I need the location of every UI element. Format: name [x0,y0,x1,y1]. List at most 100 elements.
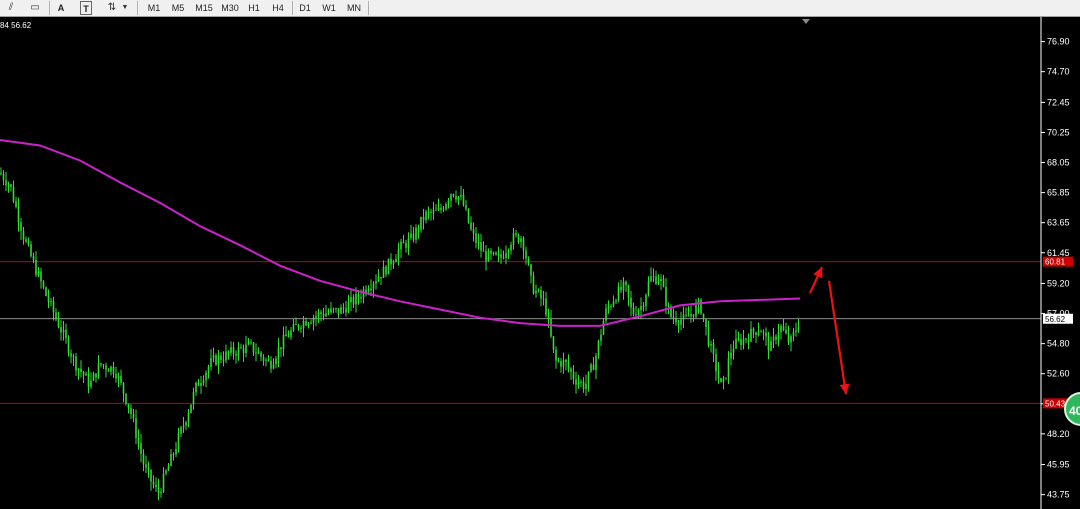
candle-body [440,207,442,210]
candle-body [525,250,527,259]
candle-body [407,238,410,248]
y-tick-label: 52.60 [1047,369,1070,379]
candle-body [397,249,400,259]
candle-body [780,326,782,333]
y-tick-label: 68.05 [1047,158,1070,168]
candle-body [50,301,52,303]
candle-body [480,242,482,251]
timeframe-h1-button[interactable]: H1 [245,1,263,15]
candle-body [245,344,247,353]
candle-body [380,277,382,279]
candle-body [775,336,777,340]
candle-body [195,382,197,393]
candle-body [452,194,455,196]
candle-body [37,271,40,275]
candle-body [792,331,795,337]
candle-body [90,380,92,387]
candle-body [80,368,82,373]
candle-body [242,348,245,353]
text-tool-button[interactable]: A [55,1,67,15]
price-chart[interactable]: 76.90 74.70 72.45 70.25 68.05 65.85 63.65 61.45… [0,17,1080,509]
timeframe-h4-button[interactable]: H4 [269,1,287,15]
candle-body [172,454,175,456]
fibonacci-tool-icon[interactable]: ⫽ [3,1,19,15]
candle-body [267,359,270,361]
candle-body [60,327,62,333]
arrows-tool-icon[interactable]: ⇅ [104,1,120,15]
candle-body [352,297,355,305]
toolbar-separator [292,1,293,15]
candle-body [272,364,275,369]
candle-body [225,351,227,361]
candle-body [750,328,752,342]
timeframe-m30-button[interactable]: M30 [219,1,241,15]
candle-body [72,356,75,358]
candle-body [285,334,287,337]
candle-body [327,312,330,314]
candle-body [400,241,402,250]
candle-body [230,347,232,353]
timeframe-m15-button[interactable]: M15 [193,1,215,15]
candle-body [535,290,537,294]
candle-body [295,324,297,326]
candle-body [652,276,655,278]
y-tick-label: 70.25 [1047,127,1070,137]
toolbar-separator [49,1,50,15]
candle-body [177,433,180,449]
timeframe-w1-button[interactable]: W1 [320,1,338,15]
candle-body [562,359,565,367]
candle-body [685,314,687,316]
candle-body [222,360,225,362]
timeframe-d1-button[interactable]: D1 [296,1,314,15]
candle-body [795,330,797,332]
candle-body [390,258,392,265]
candle-body [262,356,265,361]
candle-body [797,327,800,331]
candle-body [302,321,305,329]
candle-body [185,422,187,426]
candle-body [575,379,577,385]
candle-body [770,340,772,351]
text-label-tool-button[interactable]: T [80,1,92,15]
candle-body [342,307,345,309]
candle-body [457,196,460,200]
candle-body [120,375,122,383]
candle-body [5,180,7,186]
candle-body [460,194,462,197]
candle-body [492,252,495,254]
candle-body [337,308,340,314]
candle-body [2,174,5,181]
candle-body [212,355,215,359]
candle-body [292,324,295,331]
channel-tool-icon[interactable]: ▭ [27,1,43,15]
candle-body [360,297,362,299]
candle-body [777,332,780,340]
candle-body [167,465,170,471]
candle-body [322,313,325,317]
candle-body [570,368,572,372]
candle-body [740,339,742,346]
y-tick-label: 63.65 [1047,218,1070,228]
candle-body [500,254,502,258]
y-tick-label: 54.80 [1047,339,1070,349]
y-tick-label: 45.95 [1047,460,1070,470]
candle-body [130,407,132,414]
candle-body [735,338,737,349]
candle-body [772,336,775,341]
candle-body [280,347,282,350]
y-tick-label: 72.45 [1047,97,1070,107]
symbol-price-label: 84 56.62 [0,21,32,30]
candle-body [227,351,230,353]
y-tick-label: 59.20 [1047,279,1070,289]
timeframe-m1-button[interactable]: M1 [145,1,163,15]
candle-body [640,306,642,311]
timeframe-mn-button[interactable]: MN [344,1,364,15]
candle-body [45,287,47,296]
candle-body [152,481,155,485]
candle-body [545,298,547,315]
timeframe-m5-button[interactable]: M5 [169,1,187,15]
candle-body [215,355,217,365]
candle-body [672,317,675,319]
candle-body [200,383,202,386]
chevron-down-icon[interactable]: ▼ [120,1,130,15]
